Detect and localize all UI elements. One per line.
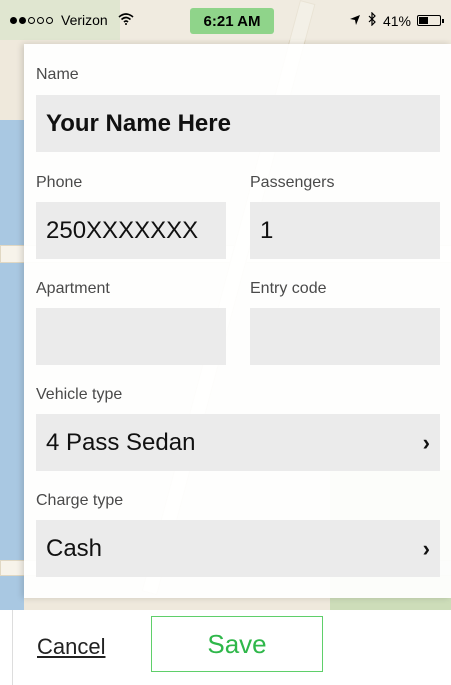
status-right: 41% bbox=[349, 11, 444, 29]
battery-icon bbox=[417, 15, 444, 26]
name-value: Your Name Here bbox=[46, 109, 231, 137]
status-time: 6:21 AM bbox=[190, 8, 274, 34]
battery-percent: 41% bbox=[382, 12, 411, 29]
carrier-name: Verizon bbox=[61, 12, 108, 28]
vehicle-type-value: 4 Pass Sedan bbox=[46, 428, 196, 456]
passengers-field[interactable]: 1 bbox=[250, 202, 440, 259]
location-arrow-icon bbox=[349, 13, 361, 29]
passengers-value: 1 bbox=[260, 216, 274, 244]
bottom-action-bar: Cancel Save bbox=[12, 610, 451, 685]
map-water bbox=[0, 120, 24, 610]
chevron-right-icon: › bbox=[422, 429, 430, 455]
name-label: Name bbox=[36, 66, 79, 83]
entry-code-label: Entry code bbox=[250, 280, 327, 297]
entry-code-field[interactable] bbox=[250, 308, 440, 365]
signal-strength-icon bbox=[10, 16, 53, 24]
phone-masked: XXXXXXX bbox=[86, 216, 199, 244]
ride-request-form: Name Your Name Here Phone 250 XXXXXXX Pas… bbox=[24, 44, 451, 598]
phone-field[interactable]: 250 XXXXXXX bbox=[36, 202, 226, 259]
phone-label: Phone bbox=[36, 174, 83, 191]
charge-type-label: Charge type bbox=[36, 492, 124, 509]
bluetooth-icon bbox=[367, 11, 377, 29]
status-bar: Verizon 6:21 AM 41% bbox=[0, 0, 451, 40]
apartment-label: Apartment bbox=[36, 280, 110, 297]
apartment-field[interactable] bbox=[36, 308, 226, 365]
vehicle-type-select[interactable]: 4 Pass Sedan › bbox=[36, 414, 440, 471]
phone-prefix: 250 bbox=[46, 216, 87, 244]
name-field[interactable]: Your Name Here bbox=[36, 95, 440, 152]
save-button[interactable]: Save bbox=[151, 616, 323, 672]
wifi-icon bbox=[118, 12, 134, 28]
charge-type-value: Cash bbox=[46, 534, 103, 562]
vehicle-type-label: Vehicle type bbox=[36, 386, 123, 403]
charge-type-select[interactable]: Cash › bbox=[36, 520, 440, 577]
cancel-button[interactable]: Cancel bbox=[37, 634, 105, 660]
status-left: Verizon bbox=[10, 12, 134, 28]
chevron-right-icon: › bbox=[422, 535, 430, 561]
passengers-label: Passengers bbox=[250, 174, 335, 191]
